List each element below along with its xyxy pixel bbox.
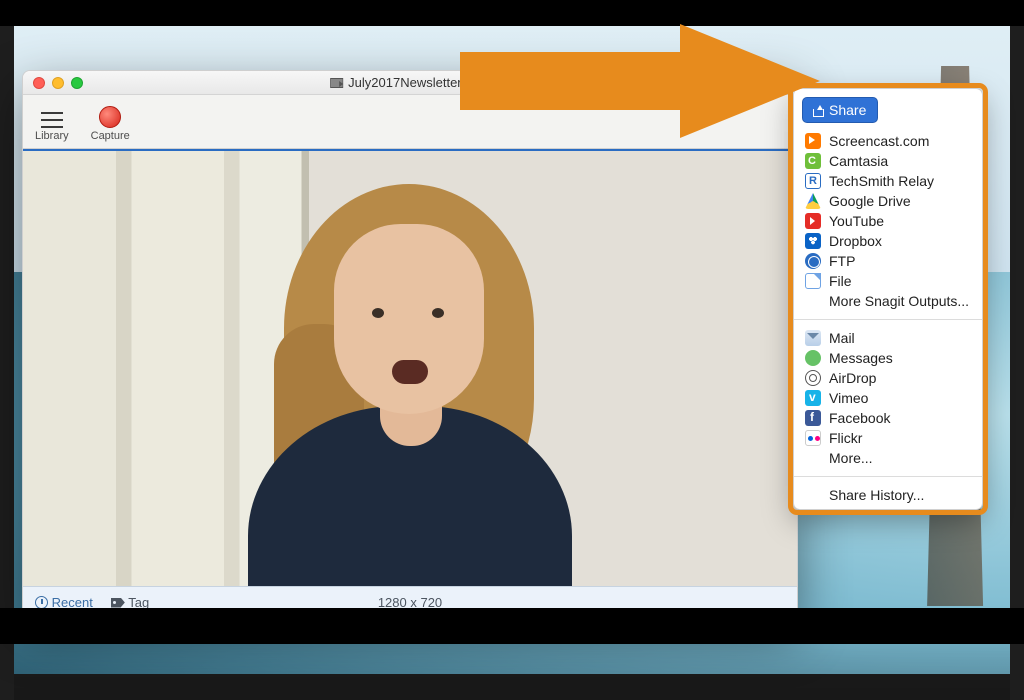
letterbox-top [0, 0, 1024, 26]
video-canvas[interactable] [23, 149, 797, 587]
dropbox-icon [805, 233, 821, 249]
mail-icon [805, 330, 821, 346]
airdrop-icon [805, 370, 821, 386]
share-item-label: Facebook [829, 410, 890, 426]
info-icon[interactable] [783, 73, 798, 88]
share-item-label: Vimeo [829, 390, 868, 406]
capture-button[interactable]: Capture [91, 106, 130, 142]
ftp-icon [805, 253, 821, 269]
menu-separator [794, 476, 982, 477]
share-button-label: Share [829, 102, 866, 118]
person-illustration [230, 166, 590, 586]
screencast-icon [805, 133, 821, 149]
share-item-label: More Snagit Outputs... [829, 293, 969, 309]
camtasia-icon [805, 153, 821, 169]
snagit-editor-window: July2017Newsletter.mp4 Library Capture [22, 70, 798, 618]
flickr-icon [805, 430, 821, 446]
library-button[interactable]: Library [35, 112, 69, 142]
share-item-label: YouTube [829, 213, 884, 229]
library-icon [41, 112, 63, 128]
share-history-group: Share History... [794, 481, 982, 509]
window-traffic-lights[interactable] [33, 77, 83, 89]
share-item-mail[interactable]: Mail [794, 328, 982, 348]
share-item-label: Google Drive [829, 193, 911, 209]
facebook-icon [805, 410, 821, 426]
share-item-file[interactable]: File [794, 271, 982, 291]
share-item-label: Flickr [829, 430, 862, 446]
share-item-more[interactable]: More... [794, 448, 982, 468]
share-item-label: Dropbox [829, 233, 882, 249]
record-icon [99, 106, 121, 128]
share-icon [811, 104, 824, 117]
share-item-googledrive[interactable]: Google Drive [794, 191, 982, 211]
video-file-icon [330, 78, 343, 88]
share-item-label: AirDrop [829, 370, 876, 386]
share-item-messages[interactable]: Messages [794, 348, 982, 368]
messages-icon [805, 350, 821, 366]
share-button[interactable]: Share [802, 97, 878, 123]
screenshot-stage: July2017Newsletter.mp4 Library Capture [0, 0, 1024, 700]
youtube-icon [805, 213, 821, 229]
window-title: July2017Newsletter.mp4 [330, 75, 490, 90]
google-drive-icon [805, 193, 821, 209]
minimize-window-button[interactable] [52, 77, 64, 89]
share-item-label: Mail [829, 330, 855, 346]
window-titlebar: July2017Newsletter.mp4 [23, 71, 797, 95]
tag-icon [111, 598, 125, 608]
share-item-vimeo[interactable]: Vimeo [794, 388, 982, 408]
capture-label: Capture [91, 130, 130, 142]
share-item-label: Camtasia [829, 153, 888, 169]
library-label: Library [35, 130, 69, 142]
share-item-label: TechSmith Relay [829, 173, 934, 189]
share-item-dropbox[interactable]: Dropbox [794, 231, 982, 251]
share-destinations-group-1: Screencast.com Camtasia TechSmith Relay … [794, 127, 982, 315]
share-destinations-group-2: Mail Messages AirDrop Vimeo Facebook Fli… [794, 324, 982, 472]
editor-toolbar: Library Capture [23, 95, 797, 149]
share-item-label: More... [829, 450, 873, 466]
relay-icon [805, 173, 821, 189]
share-item-screencast[interactable]: Screencast.com [794, 131, 982, 151]
share-item-label: File [829, 273, 852, 289]
share-item-label: FTP [829, 253, 855, 269]
share-dropdown-panel: Share Screencast.com Camtasia TechSmith … [793, 88, 983, 510]
share-item-history[interactable]: Share History... [794, 485, 982, 505]
share-item-relay[interactable]: TechSmith Relay [794, 171, 982, 191]
share-item-label: Share History... [829, 487, 924, 503]
share-item-label: Messages [829, 350, 893, 366]
share-item-airdrop[interactable]: AirDrop [794, 368, 982, 388]
close-window-button[interactable] [33, 77, 45, 89]
share-item-facebook[interactable]: Facebook [794, 408, 982, 428]
letterbox-mid [0, 608, 1024, 644]
menu-separator [794, 319, 982, 320]
vimeo-icon [805, 390, 821, 406]
share-item-camtasia[interactable]: Camtasia [794, 151, 982, 171]
share-item-flickr[interactable]: Flickr [794, 428, 982, 448]
share-item-more-outputs[interactable]: More Snagit Outputs... [794, 291, 982, 311]
file-icon [805, 273, 821, 289]
share-item-youtube[interactable]: YouTube [794, 211, 982, 231]
share-item-ftp[interactable]: FTP [794, 251, 982, 271]
zoom-window-button[interactable] [71, 77, 83, 89]
share-item-label: Screencast.com [829, 133, 929, 149]
clock-icon [35, 596, 48, 609]
window-title-text: July2017Newsletter.mp4 [348, 75, 490, 90]
video-frame-still [23, 151, 797, 586]
